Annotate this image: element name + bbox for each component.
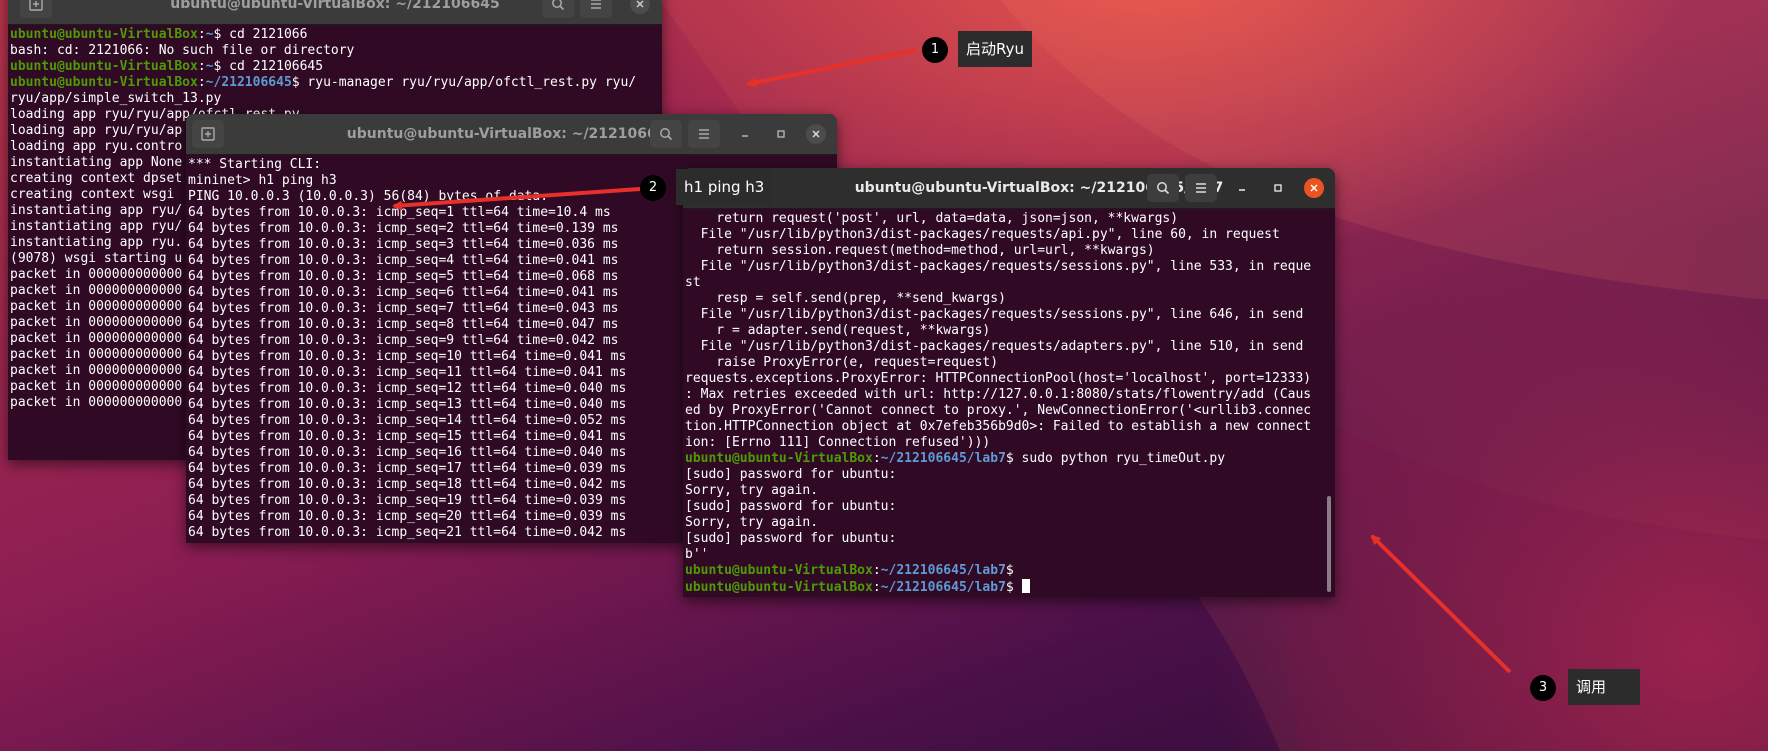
close-button[interactable] <box>1304 178 1324 198</box>
terminal-line: ubuntu@ubuntu-VirtualBox:~/212106645/lab… <box>685 563 1014 578</box>
close-icon <box>1310 184 1318 192</box>
terminal-line: ubuntu@ubuntu-VirtualBox:~/212106645/lab… <box>685 579 1333 595</box>
new-tab-icon <box>29 0 43 11</box>
terminal-line: : Max retries exceeded with url: http://… <box>685 387 1312 402</box>
arrow-1 <box>746 48 917 88</box>
prompt-user: ubuntu@ubuntu-VirtualBox <box>685 451 873 466</box>
terminal-line: raise ProxyError(e, request=request) <box>685 355 999 370</box>
close-icon <box>636 0 644 8</box>
arrow-3 <box>1370 534 1512 674</box>
search-icon <box>1157 182 1170 195</box>
maximize-icon <box>777 130 785 138</box>
terminal-line: File "/usr/lib/python3/dist-packages/req… <box>685 227 1280 242</box>
hamburger-menu-icon <box>1196 183 1206 193</box>
new-tab-button[interactable] <box>192 120 224 148</box>
new-tab-button[interactable] <box>20 0 52 18</box>
terminal-line: ubuntu@ubuntu-VirtualBox:~$ cd 2121066 <box>10 27 308 42</box>
prompt-path: ~/212106645/lab7 <box>880 563 1006 578</box>
terminal-output[interactable]: return request('post', url, data=data, j… <box>683 209 1335 597</box>
terminal-line: ion: [Errno 111] Connection refused'))) <box>685 435 991 450</box>
annotation-number-3: 3 <box>1530 675 1556 701</box>
terminal-line: ubuntu@ubuntu-VirtualBox:~$ cd 212106645 <box>10 59 324 74</box>
search-button[interactable] <box>650 120 682 148</box>
search-icon <box>660 128 673 141</box>
prompt-user: ubuntu@ubuntu-VirtualBox <box>685 563 873 578</box>
search-button[interactable] <box>1147 174 1179 202</box>
maximize-button[interactable] <box>1268 178 1288 198</box>
minimize-icon <box>1239 189 1245 191</box>
terminal-line: requests.exceptions.ProxyError: HTTPConn… <box>685 371 1312 386</box>
maximize-icon <box>1274 184 1282 192</box>
menu-button[interactable] <box>1185 174 1217 202</box>
prompt-command: $ cd 2121066 <box>213 27 308 42</box>
prompt-command: $ <box>1005 580 1022 595</box>
prompt-user: ubuntu@ubuntu-VirtualBox <box>10 59 198 74</box>
prompt-command: $ cd 212106645 <box>213 59 324 74</box>
search-icon <box>552 0 565 11</box>
terminal-line: return session.request(method=method, ur… <box>685 243 1155 258</box>
new-tab-icon <box>201 127 215 141</box>
annotation-label-1: 启动Ryu <box>958 31 1032 67</box>
close-icon <box>812 130 820 138</box>
terminal-line: Sorry, try again. <box>685 515 819 530</box>
menu-button[interactable] <box>580 0 612 18</box>
terminal-line: r = adapter.send(request, **kwargs) <box>685 323 991 338</box>
terminal-line: b'' <box>685 547 709 562</box>
terminal-line: Sorry, try again. <box>685 483 819 498</box>
minimize-icon <box>742 135 748 137</box>
terminal-line: [sudo] password for ubuntu: <box>685 499 897 514</box>
prompt-command: $ ryu-manager ryu/ryu/app/ofctl_rest.py … <box>291 75 637 90</box>
terminal-line: ed by ProxyError('Cannot connect to prox… <box>685 403 1312 418</box>
terminal-line: [sudo] password for ubuntu: <box>685 467 897 482</box>
terminal-line: ubuntu@ubuntu-VirtualBox:~/212106645/lab… <box>685 451 1226 466</box>
prompt-path: ~ <box>205 27 214 42</box>
terminal-line: File "/usr/lib/python3/dist-packages/req… <box>685 307 1304 322</box>
text-cursor <box>1021 579 1030 593</box>
prompt-user: ubuntu@ubuntu-VirtualBox <box>10 27 198 42</box>
prompt-path: ~/212106645/lab7 <box>880 451 1006 466</box>
terminal-line: ubuntu@ubuntu-VirtualBox:~/212106645$ ry… <box>10 75 637 90</box>
terminal-window-front[interactable]: ubuntu@ubuntu-VirtualBox: ~/212106645/la… <box>683 168 1335 597</box>
terminal-line: tion.HTTPConnection object at 0x7efeb356… <box>685 419 1312 434</box>
prompt-user: ubuntu@ubuntu-VirtualBox <box>685 580 873 595</box>
menu-button[interactable] <box>688 120 720 148</box>
terminal-line: [sudo] password for ubuntu: <box>685 531 897 546</box>
titlebar[interactable]: ubuntu@ubuntu-VirtualBox: ~/212106645/la… <box>683 168 1335 209</box>
search-button[interactable] <box>542 0 574 18</box>
maximize-button[interactable] <box>771 124 791 144</box>
terminal-line: File "/usr/lib/python3/dist-packages/req… <box>685 339 1304 354</box>
minimize-button[interactable] <box>1232 178 1252 198</box>
minimize-button[interactable] <box>735 124 755 144</box>
terminal-line: File "/usr/lib/python3/dist-packages/req… <box>685 259 1312 274</box>
terminal-line: resp = self.send(prep, **send_kwargs) <box>685 291 1006 306</box>
close-button[interactable] <box>806 124 826 144</box>
prompt-command: $ sudo python ryu_timeOut.py <box>1005 451 1226 466</box>
annotation-number-2: 2 <box>640 175 666 201</box>
annotation-label-3: 调用 <box>1568 669 1640 705</box>
prompt-path: ~ <box>205 59 214 74</box>
terminal-line: st <box>685 275 701 290</box>
terminal-line: return request('post', url, data=data, j… <box>685 211 1179 226</box>
hamburger-menu-icon <box>699 129 709 139</box>
prompt-path: ~/212106645 <box>205 75 292 90</box>
titlebar[interactable]: ubuntu@ubuntu-VirtualBox: ~/212106645 <box>186 114 837 155</box>
annotation-label-2: h1 ping h3 <box>676 169 773 205</box>
annotation-number-1: 1 <box>922 37 948 63</box>
terminal-line: bash: cd: 2121066: No such file or direc… <box>10 43 355 58</box>
titlebar[interactable]: ubuntu@ubuntu-VirtualBox: ~/212106645 <box>8 0 662 25</box>
terminal-line: ryu/app/simple_switch_13.py <box>10 91 222 106</box>
prompt-user: ubuntu@ubuntu-VirtualBox <box>10 75 198 90</box>
prompt-command: $ <box>1005 563 1014 578</box>
hamburger-menu-icon <box>591 0 601 9</box>
prompt-path: ~/212106645/lab7 <box>880 580 1006 595</box>
scrollbar-thumb[interactable] <box>1327 496 1331 592</box>
close-button[interactable] <box>630 0 650 14</box>
